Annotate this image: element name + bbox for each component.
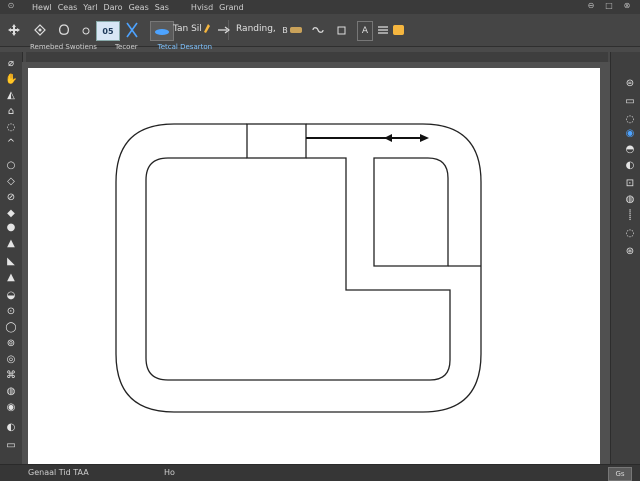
graphic-styles-icon[interactable]: ◍	[624, 194, 636, 206]
sheet-indicator[interactable]: Gs	[608, 467, 632, 481]
canvas-area[interactable]	[22, 62, 610, 464]
menu-bar: ⊙ Hewl Ceas Yarl Daro Geas Sas Hvisd Gra…	[0, 0, 640, 14]
warp-tool-icon[interactable]: ▲	[5, 272, 17, 284]
menu-item-7[interactable]: Hvisd	[191, 3, 213, 12]
status-right: Ho	[164, 468, 175, 477]
libraries-icon[interactable]: ◌	[624, 114, 636, 126]
outer-frame-path	[115, 123, 482, 413]
symbols-icon[interactable]: ⊡	[624, 178, 636, 190]
selection-tool-icon[interactable]: ⌀	[5, 58, 17, 70]
pen-tool-icon[interactable]: ⌂	[5, 106, 17, 118]
blob-brush-icon[interactable]: ◆	[5, 208, 17, 220]
apple-icon[interactable]: ●	[5, 222, 17, 234]
menu-item-4[interactable]: Daro	[103, 3, 122, 12]
arrow-tool-icon[interactable]	[216, 21, 232, 39]
color-panel-icon[interactable]: ◉	[624, 128, 636, 140]
move-tool-icon[interactable]	[6, 21, 22, 39]
doc-tab-1[interactable]: Remebed Swotiens	[30, 43, 97, 51]
graph-tool-icon[interactable]: ◎	[5, 354, 17, 366]
menu-lines-icon[interactable]	[376, 21, 390, 39]
swatch-dropdown[interactable]: B	[280, 21, 304, 39]
close-icon[interactable]: ⊗	[622, 1, 632, 11]
restore-icon[interactable]: □	[604, 1, 614, 11]
font-label[interactable]: Tan Sil	[173, 24, 202, 34]
shape-builder-icon[interactable]: ▲	[5, 238, 17, 250]
mesh-tool-icon[interactable]: ⊙	[5, 306, 17, 318]
menu-item-6[interactable]: Sas	[155, 3, 169, 12]
symbol-sprayer-icon[interactable]: ⊚	[5, 338, 17, 350]
top-box	[246, 123, 307, 159]
right-panel: ⊜ ▭ ◌ ◉ ◓ ◐ ⊡ ◍ ⸽ ◌ ⊛	[610, 52, 640, 464]
brush-tool-icon[interactable]: ⊘	[5, 192, 17, 204]
direct-select-icon[interactable]: ◭	[5, 90, 17, 102]
stroke-preview[interactable]	[150, 21, 174, 41]
diamond-icon[interactable]	[32, 21, 48, 39]
properties-icon[interactable]: ⊜	[624, 78, 636, 90]
size-field[interactable]: 05	[96, 21, 120, 41]
ellipse-tool-icon[interactable]: ○	[5, 160, 17, 172]
small-circle-icon[interactable]	[80, 21, 92, 39]
doc-tab-active[interactable]: Tetcal Desarton	[158, 43, 212, 51]
size-label: 05	[102, 26, 114, 36]
artboard[interactable]	[28, 68, 600, 464]
style-label[interactable]: Randing,	[236, 24, 276, 34]
hand-tool-icon[interactable]: ✋	[5, 74, 17, 86]
transparency-icon[interactable]: ⊛	[624, 246, 636, 258]
status-bar: Genaal Tid TAA Ho Gs	[0, 464, 640, 481]
drawing[interactable]	[28, 68, 600, 464]
rotate-tool-icon[interactable]: ◇	[5, 176, 17, 188]
screen-mode-icon[interactable]: ▭	[5, 440, 17, 452]
ellipse-icon[interactable]	[56, 21, 72, 39]
brushes-icon[interactable]: ◐	[624, 160, 636, 172]
menu-item-2[interactable]: Ceas	[58, 3, 78, 12]
square-icon[interactable]	[336, 21, 348, 39]
eyedropper-icon[interactable]: ◌	[5, 122, 17, 134]
width-tool-icon[interactable]: ◣	[5, 256, 17, 268]
app-icon: ⊙	[7, 1, 15, 10]
fill-stroke-icon[interactable]: ◐	[5, 422, 17, 434]
artboard-tool-icon[interactable]: ⌘	[5, 370, 17, 382]
layers-icon[interactable]: ▭	[624, 96, 636, 108]
gradient-tool-icon[interactable]: ◒	[5, 290, 17, 302]
stroke-panel-icon[interactable]: ⸽	[624, 210, 636, 222]
document-bar: Remebed Swotiens Tecoer Tetcal Desarton	[0, 41, 640, 52]
appearance-icon[interactable]: ◌	[624, 228, 636, 240]
doc-tab-2[interactable]: Tecoer	[115, 43, 138, 51]
inner-frame-path	[145, 157, 451, 381]
zoom-tool-icon[interactable]: ◉	[5, 402, 17, 414]
brush-icon[interactable]	[200, 21, 214, 39]
blend-tool-icon[interactable]: ◯	[5, 322, 17, 334]
menu-item-1[interactable]: Hewl	[32, 3, 52, 12]
minimize-icon[interactable]: ⊖	[586, 1, 596, 11]
menu-item-3[interactable]: Yarl	[83, 3, 97, 12]
menu-item-5[interactable]: Geas	[129, 3, 149, 12]
arrow-head-mid	[384, 134, 392, 142]
right-inner-box	[373, 157, 449, 267]
swatches-icon[interactable]: ◓	[624, 144, 636, 156]
tools-panel: ⌀ ✋ ◭ ⌂ ◌ ^ ○ ◇ ⊘ ◆ ● ▲ ◣ ▲ ◒ ⊙ ◯ ⊚ ◎ ⌘ …	[0, 52, 23, 464]
curvature-icon[interactable]: ^	[5, 138, 17, 150]
top-ruler[interactable]	[26, 52, 608, 62]
slice-tool-icon[interactable]: ◍	[5, 386, 17, 398]
pen-path-icon[interactable]	[124, 21, 140, 39]
color-swatch[interactable]	[392, 21, 404, 39]
sheet-label: Gs	[615, 470, 625, 478]
align-button[interactable]: A	[357, 21, 373, 41]
link-icon[interactable]	[310, 21, 326, 39]
menu-item-8[interactable]: Grand	[219, 3, 244, 12]
arrow-head-right	[420, 134, 429, 142]
status-text: Genaal Tid TAA	[28, 468, 89, 477]
